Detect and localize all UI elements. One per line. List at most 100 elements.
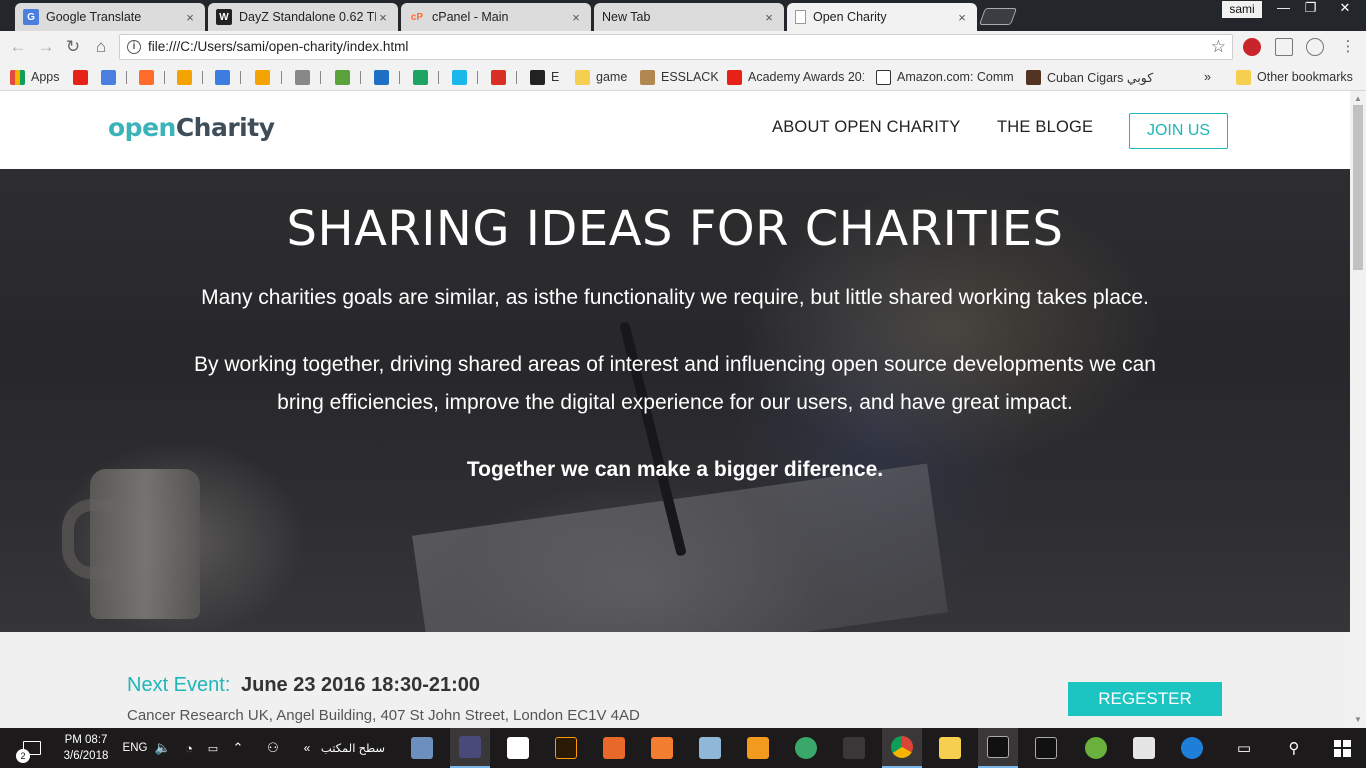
tab-new-tab[interactable]: New Tab × [594,3,784,31]
bookmark-academy-awards[interactable]: Academy Awards 201 [727,68,864,86]
bookmark-gmail[interactable] [491,68,512,86]
bookmark-apps[interactable]: Apps [10,68,60,86]
bookmark-outlook[interactable] [374,68,395,86]
bookmark-youtube[interactable] [73,68,94,86]
bookmark-separator [360,71,361,84]
taskbar-app-atom[interactable] [786,728,826,768]
extension-icon[interactable] [1275,38,1293,56]
taskbar-app-illustrator[interactable] [546,728,586,768]
reload-icon[interactable]: ↻ [63,37,83,57]
tab-close-icon[interactable]: × [762,10,776,25]
orange-app-icon [651,737,673,759]
forward-arrow-icon[interactable]: → [36,37,56,57]
page-scrollbar[interactable]: ▲ ▼ [1350,91,1366,728]
address-bar[interactable]: i file:///C:/Users/sami/open-charity/ind… [119,34,1233,60]
bookmark-amazon[interactable]: Amazon.com: Comm [876,68,1013,86]
scroll-up-icon[interactable]: ▲ [1354,94,1362,103]
tab-open-charity[interactable]: Open Charity × [787,3,977,31]
bookmark-star-icon[interactable]: ☆ [1211,37,1226,57]
other-bookmarks[interactable]: Other bookmarks [1236,68,1353,86]
bookmark-cpanel[interactable] [139,68,160,86]
taskbar-app-utorrent[interactable] [1076,728,1116,768]
clock-time: PM 08:7 [64,734,108,746]
tab-title: New Tab [602,10,651,24]
taskbar-app-bridge[interactable] [594,728,634,768]
profile-button[interactable]: sami [1222,1,1262,18]
task-view-icon[interactable]: ▭ [1226,728,1262,768]
volume-icon[interactable]: 🔈 [152,728,174,768]
join-us-button[interactable]: JOIN US [1129,113,1228,149]
taskbar-app-git[interactable] [834,728,874,768]
tab-dayz[interactable]: W DayZ Standalone 0.62 TE × [208,3,398,31]
bookmarks-overflow-button[interactable]: » [1204,68,1211,86]
apps-grid-icon [10,69,25,85]
minimize-button[interactable]: — [1270,0,1297,18]
lightbulb-icon[interactable] [1306,38,1324,56]
scrollbar-thumb[interactable] [1353,105,1363,270]
toolbar-expand-icon[interactable]: « [296,728,318,768]
restore-button[interactable]: ❐ [1297,0,1324,18]
viewer-icon [459,736,481,758]
bookmark-calendar[interactable] [295,68,316,86]
tab-google-translate[interactable]: G Google Translate × [15,3,205,31]
taskbar-app-edge[interactable] [1172,728,1212,768]
bookmark-analytics[interactable] [177,68,198,86]
nav-blog[interactable]: THE BLOGE [997,118,1093,137]
site-header: openCharity ABOUT OPEN CHARITY THE BLOGE… [0,91,1350,169]
chevron-up-icon[interactable]: ⌃ [228,728,248,768]
taskbar-app-store[interactable] [1124,728,1164,768]
nav-about[interactable]: ABOUT OPEN CHARITY [772,118,961,137]
language-indicator[interactable]: ENG [120,728,150,768]
wifi-icon[interactable]: ◔ [178,728,200,768]
info-icon[interactable]: i [127,40,141,54]
tab-close-icon[interactable]: × [183,10,197,25]
tab-title: Google Translate [46,10,142,24]
taskbar-app-notes[interactable] [690,728,730,768]
tab-cpanel[interactable]: cP cPanel - Main × [401,3,591,31]
bookmark-esslack[interactable]: ESSLACK [640,68,719,86]
people-icon[interactable]: ⚇ [260,728,286,768]
terminal-icon [1035,737,1057,759]
taskbar-app-mail[interactable] [498,728,538,768]
menu-dots-icon[interactable]: ⋮ [1338,37,1358,57]
folder-icon [939,737,961,759]
bookmark-book[interactable] [335,68,356,86]
bookmark-cuban-cigars[interactable]: Cuban Cigars كوبي [1026,68,1166,86]
taskbar-app-explorer[interactable] [930,728,970,768]
start-button[interactable] [1322,728,1362,768]
close-window-button[interactable]: ✕ [1324,0,1366,18]
taskbar-app-chrome[interactable] [882,728,922,768]
taskbar-clock[interactable]: PM 08:7 3/6/2018 [56,732,116,764]
tab-close-icon[interactable]: × [376,10,390,25]
opera-vpn-icon[interactable] [1243,38,1261,56]
url-text[interactable]: file:///C:/Users/sami/open-charity/index… [148,39,408,54]
desktop-toolbar-label[interactable]: سطح المكتب [318,728,388,768]
bookmark-adwords[interactable] [215,68,236,86]
bookmark-sheets[interactable] [413,68,434,86]
scroll-down-icon[interactable]: ▼ [1354,715,1362,724]
taskbar-app-viewer[interactable] [450,728,490,768]
bookmark-e[interactable]: E [530,68,559,86]
bookmark-translate[interactable] [101,68,122,86]
dayz-icon: W [216,9,232,25]
register-button[interactable]: REGESTER [1068,682,1222,716]
next-event-label: Next Event: [127,674,231,696]
home-icon[interactable]: ⌂ [91,37,111,57]
bookmark-analytics-2[interactable] [255,68,276,86]
taskbar-app-cmd[interactable] [978,728,1018,768]
back-arrow-icon[interactable]: ← [8,37,28,57]
open-charity-logo[interactable]: openCharity [108,113,275,142]
chrome-icon [891,736,913,758]
tab-close-icon[interactable]: × [955,10,969,25]
search-icon[interactable]: ⚲ [1276,728,1312,768]
bookmark-game[interactable]: game [575,68,627,86]
bookmark-vimeo[interactable] [452,68,473,86]
battery-icon[interactable]: ▭ [203,728,223,768]
taskbar-app-orange[interactable] [642,728,682,768]
tab-close-icon[interactable]: × [569,10,583,25]
taskbar-app-sublime[interactable] [738,728,778,768]
taskbar-app-paint[interactable] [402,728,442,768]
taskbar-app-terminal[interactable] [1026,728,1066,768]
new-tab-button[interactable] [978,8,1018,25]
windows-taskbar: 2 PM 08:7 3/6/2018 ENG 🔈 ◔ ▭ ⌃ ⚇ « سطح ا… [0,728,1366,768]
